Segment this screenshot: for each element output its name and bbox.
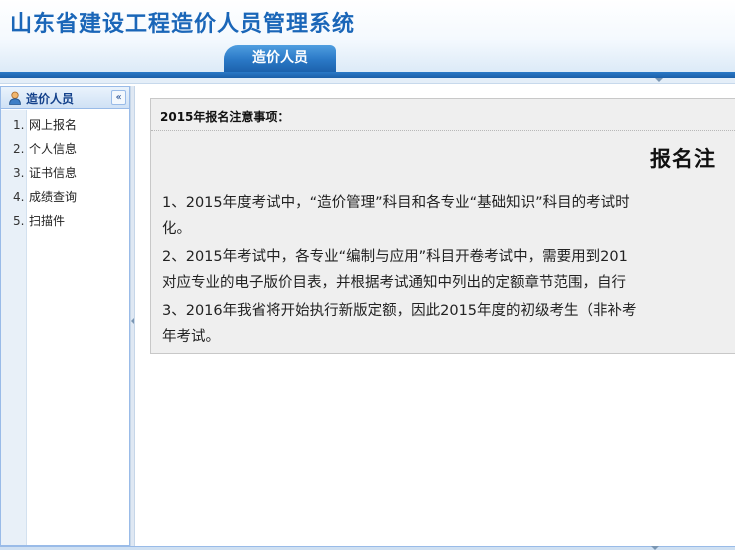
notice-panel-header: 2015年报名注意事项：: [151, 99, 735, 131]
user-icon: [9, 91, 21, 105]
sidebar: 造价人员 « 1. 网上报名 2. 个人信息 3. 证书信息 4. 成绩查询 5…: [0, 86, 130, 546]
sidebar-item-number: 3.: [13, 166, 25, 180]
notice-panel: 2015年报名注意事项： 报名注 1、2015年度考试中，“造价管理”科目和各专…: [150, 98, 735, 354]
app-title: 山东省建设工程造价人员管理系统: [10, 12, 356, 37]
sidebar-item-number: 2.: [13, 142, 25, 156]
sidebar-item-label: 个人信息: [29, 142, 78, 156]
sidebar-item-personal-info[interactable]: 2. 个人信息: [1, 140, 129, 164]
sidebar-item-certificate-info[interactable]: 3. 证书信息: [1, 164, 129, 188]
notice-heading: 报名注: [650, 147, 716, 171]
collapse-arrow-icon: [651, 546, 659, 550]
notice-paragraph-line: 3、2016年我省将开始执行新版定额，因此2015年度的初级考生（非补考: [162, 303, 637, 319]
header-collapse-strip[interactable]: [0, 78, 735, 84]
sidebar-item-label: 成绩查询: [29, 190, 78, 204]
notice-paragraph-line: 对应专业的电子版价目表，并根据考试通知中列出的定额章节范围，自行: [162, 275, 626, 291]
sidebar-splitter[interactable]: [130, 86, 135, 546]
sidebar-item-number: 4.: [13, 190, 25, 204]
footer-collapse-strip[interactable]: [0, 546, 735, 550]
sidebar-menu: 1. 网上报名 2. 个人信息 3. 证书信息 4. 成绩查询 5. 扫描件: [1, 116, 129, 236]
sidebar-item-scans[interactable]: 5. 扫描件: [1, 212, 129, 236]
collapse-arrow-icon: [655, 78, 663, 82]
sidebar-item-number: 1.: [13, 118, 25, 132]
sidebar-item-online-registration[interactable]: 1. 网上报名: [1, 116, 129, 140]
sidebar-title: 造价人员: [26, 92, 75, 106]
double-chevron-left-icon: «: [115, 92, 122, 103]
splitter-arrow-icon: [131, 318, 134, 324]
notice-paragraph-line: 化。: [162, 221, 191, 237]
app-header: 山东省建设工程造价人员管理系统 造价人员: [0, 0, 735, 72]
main-content: 2015年报名注意事项： 报名注 1、2015年度考试中，“造价管理”科目和各专…: [136, 86, 735, 546]
notice-paragraph-line: 2、2015年考试中，各专业“编制与应用”科目开卷考试中，需要用到201: [162, 249, 628, 265]
sidebar-item-number: 5.: [13, 214, 25, 228]
sidebar-item-label: 网上报名: [29, 118, 78, 132]
sidebar-header: 造价人员 «: [1, 87, 129, 109]
sidebar-item-label: 扫描件: [29, 214, 66, 228]
sidebar-item-label: 证书信息: [29, 166, 78, 180]
tab-cost-personnel[interactable]: 造价人员: [224, 45, 336, 72]
sidebar-collapse-button[interactable]: «: [111, 90, 126, 105]
notice-panel-title: 2015年报名注意事项：: [160, 110, 290, 124]
sidebar-item-score-query[interactable]: 4. 成绩查询: [1, 188, 129, 212]
notice-paragraph-line: 年考试。: [162, 329, 220, 345]
notice-paragraph-line: 1、2015年度考试中，“造价管理”科目和各专业“基础知识”科目的考试时: [162, 195, 630, 211]
